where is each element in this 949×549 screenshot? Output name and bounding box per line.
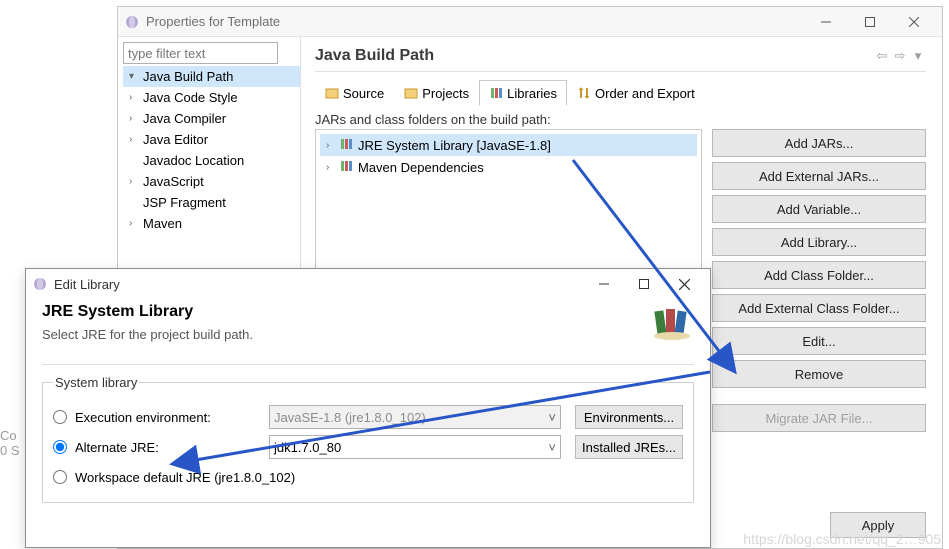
radio-workspace-default[interactable] bbox=[53, 470, 67, 484]
add-jars-button[interactable]: Add JARs... bbox=[712, 129, 926, 157]
minimize-button[interactable] bbox=[584, 270, 624, 298]
tab-source[interactable]: Source bbox=[315, 80, 394, 106]
radio-execution-env[interactable] bbox=[53, 410, 67, 424]
chevron-down-icon: ▾ bbox=[129, 71, 141, 82]
radio-alternate-jre[interactable] bbox=[53, 440, 67, 454]
eclipse-icon bbox=[124, 14, 140, 30]
chevron-right-icon: › bbox=[129, 134, 141, 145]
chevron-down-icon: ˅ bbox=[548, 440, 556, 455]
group-legend: System library bbox=[53, 375, 139, 390]
books-icon bbox=[650, 303, 694, 341]
library-icon bbox=[338, 159, 354, 176]
add-library-button[interactable]: Add Library... bbox=[712, 228, 926, 256]
chevron-right-icon: › bbox=[129, 176, 141, 187]
add-external-jars-button[interactable]: Add External JARs... bbox=[712, 162, 926, 190]
nav-arrows: ⇦ ⇨ ▾ bbox=[874, 48, 926, 64]
edit-hint: Select JRE for the project build path. bbox=[42, 327, 253, 342]
add-variable-button[interactable]: Add Variable... bbox=[712, 195, 926, 223]
libraries-icon bbox=[489, 86, 503, 100]
properties-title: Properties for Template bbox=[146, 14, 280, 29]
migrate-jar-button: Migrate JAR File... bbox=[712, 404, 926, 432]
edit-library-titlebar[interactable]: Edit Library bbox=[26, 269, 710, 299]
chevron-right-icon: › bbox=[326, 140, 338, 151]
radio-label-alternate[interactable]: Alternate JRE: bbox=[75, 440, 261, 455]
radio-label-workspace[interactable]: Workspace default JRE (jre1.8.0_102) bbox=[75, 470, 295, 485]
edit-library-title: Edit Library bbox=[54, 277, 120, 292]
tab-libraries[interactable]: Libraries bbox=[479, 80, 567, 106]
tree-item-java-editor[interactable]: ›Java Editor bbox=[123, 129, 300, 150]
library-buttons: Add JARs... Add External JARs... Add Var… bbox=[712, 129, 926, 477]
close-button[interactable] bbox=[892, 8, 936, 36]
background-text: Co 0 S bbox=[0, 428, 20, 458]
add-external-class-folder-button[interactable]: Add External Class Folder... bbox=[712, 294, 926, 322]
remove-button[interactable]: Remove bbox=[712, 360, 926, 388]
close-button[interactable] bbox=[664, 270, 704, 298]
tree-item-javascript[interactable]: ›JavaScript bbox=[123, 171, 300, 192]
installed-jres-button[interactable]: Installed JREs... bbox=[575, 435, 683, 459]
lib-item-jre[interactable]: › JRE System Library [JavaSE-1.8] bbox=[320, 134, 697, 156]
maximize-button[interactable] bbox=[624, 270, 664, 298]
edit-heading: JRE System Library bbox=[42, 303, 253, 321]
edit-button[interactable]: Edit... bbox=[712, 327, 926, 355]
environments-button[interactable]: Environments... bbox=[575, 405, 683, 429]
library-icon bbox=[338, 137, 354, 154]
chevron-right-icon: › bbox=[129, 92, 141, 103]
eclipse-icon bbox=[32, 276, 48, 292]
source-icon bbox=[325, 86, 339, 100]
properties-titlebar[interactable]: Properties for Template bbox=[118, 7, 942, 37]
order-icon bbox=[577, 86, 591, 100]
chevron-down-icon: ˅ bbox=[548, 410, 556, 425]
tab-projects[interactable]: Projects bbox=[394, 80, 479, 106]
system-library-group: System library Execution environment: Ja… bbox=[42, 375, 694, 503]
tab-order-export[interactable]: Order and Export bbox=[567, 80, 705, 106]
subsection-label: JARs and class folders on the build path… bbox=[315, 112, 926, 127]
edit-library-dialog: Edit Library JRE System Library Select J… bbox=[25, 268, 711, 548]
projects-icon bbox=[404, 86, 418, 100]
tree-item-javadoc-location[interactable]: Javadoc Location bbox=[123, 150, 300, 171]
minimize-button[interactable] bbox=[804, 8, 848, 36]
nav-menu-icon[interactable]: ▾ bbox=[910, 48, 926, 64]
chevron-right-icon: › bbox=[326, 162, 338, 173]
nav-back-icon[interactable]: ⇦ bbox=[874, 48, 890, 64]
tree-item-java-build-path[interactable]: ▾Java Build Path bbox=[123, 66, 300, 87]
tree-item-maven[interactable]: ›Maven bbox=[123, 213, 300, 234]
add-class-folder-button[interactable]: Add Class Folder... bbox=[712, 261, 926, 289]
lib-item-maven[interactable]: › Maven Dependencies bbox=[320, 156, 697, 178]
tree-item-java-code-style[interactable]: ›Java Code Style bbox=[123, 87, 300, 108]
chevron-right-icon: › bbox=[129, 218, 141, 229]
tabbar: Source Projects Libraries Order and Expo… bbox=[315, 80, 926, 106]
section-title: Java Build Path bbox=[315, 47, 434, 65]
tree-item-jsp-fragment[interactable]: JSP Fragment bbox=[123, 192, 300, 213]
nav-fwd-icon[interactable]: ⇨ bbox=[892, 48, 908, 64]
alternate-jre-combo[interactable]: jdk1.7.0_80˅ bbox=[269, 435, 561, 459]
tree-item-java-compiler[interactable]: ›Java Compiler bbox=[123, 108, 300, 129]
watermark: https://blog.csdn.net/qq_2…905 bbox=[743, 531, 941, 547]
radio-label-exec-env[interactable]: Execution environment: bbox=[75, 410, 261, 425]
filter-input[interactable] bbox=[123, 42, 278, 64]
maximize-button[interactable] bbox=[848, 8, 892, 36]
chevron-right-icon: › bbox=[129, 113, 141, 124]
exec-env-combo: JavaSE-1.8 (jre1.8.0_102)˅ bbox=[269, 405, 561, 429]
properties-tree: ▾Java Build Path ›Java Code Style ›Java … bbox=[123, 66, 300, 234]
